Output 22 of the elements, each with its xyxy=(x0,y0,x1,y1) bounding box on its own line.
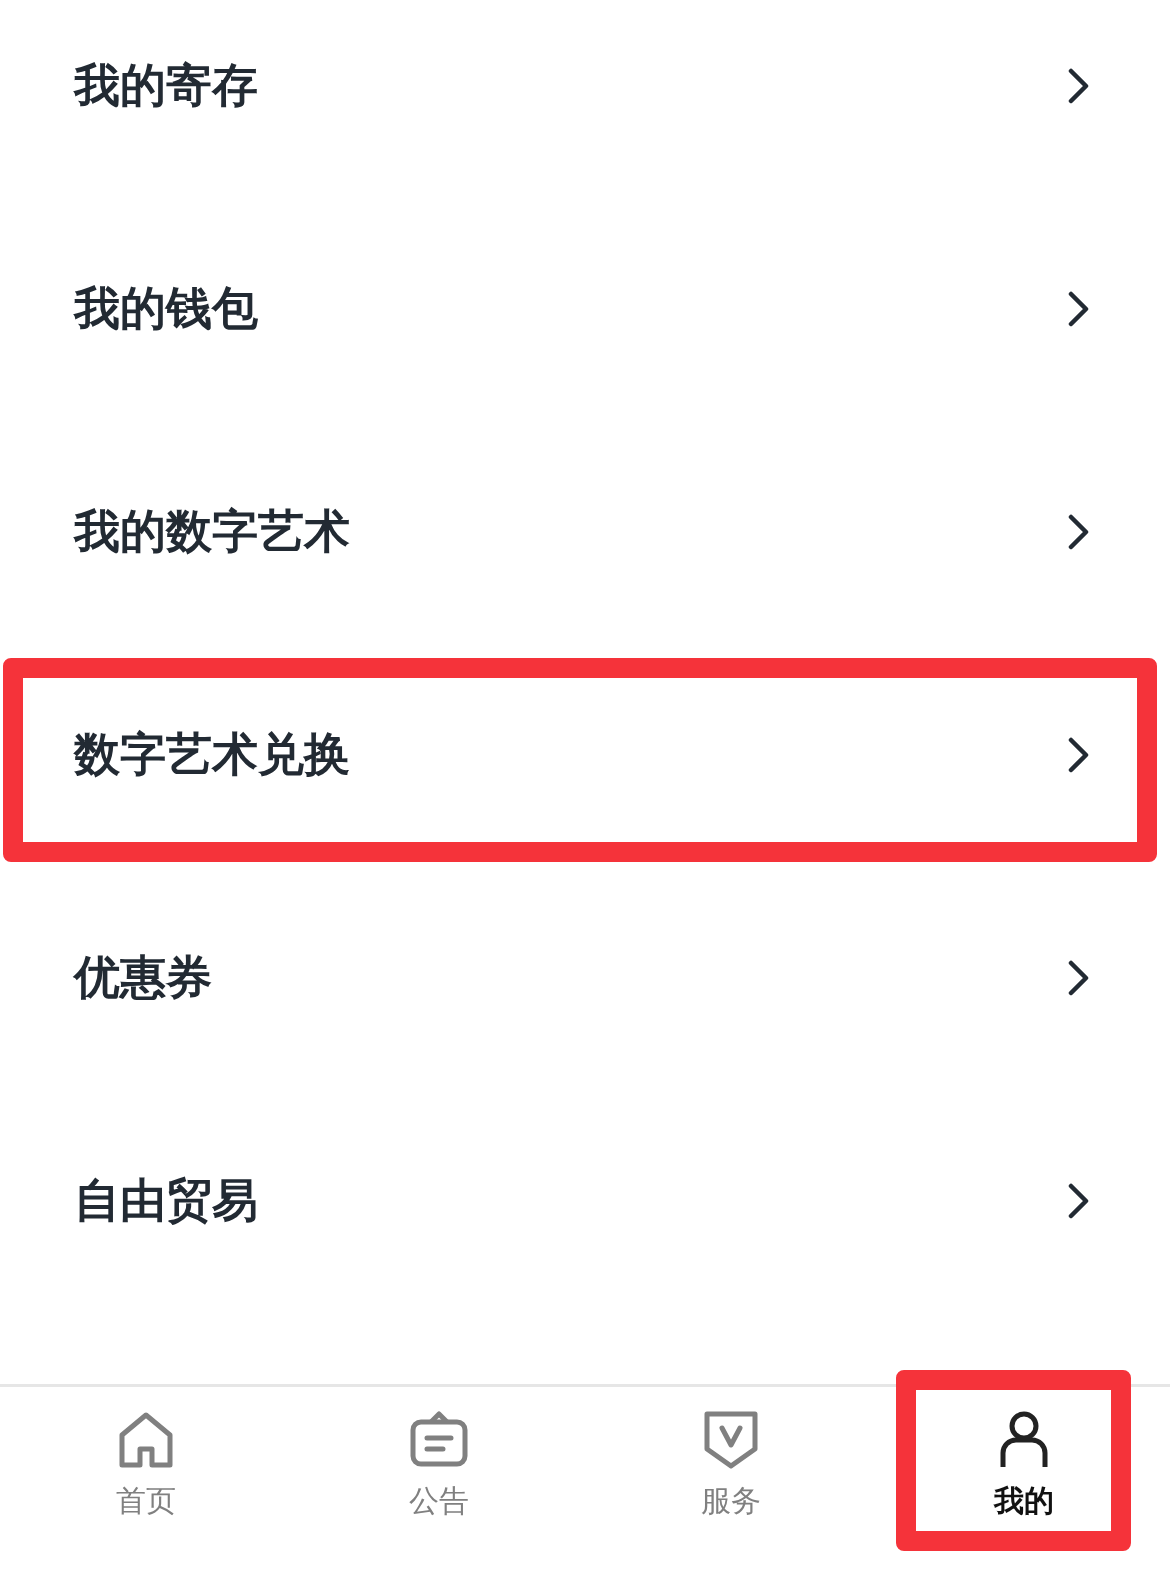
tab[interactable]: 服务 xyxy=(585,1387,878,1572)
menu-item[interactable]: 优惠券 xyxy=(0,918,1170,1038)
chevron-right-icon xyxy=(1068,960,1090,996)
menu-item[interactable]: 我的寄存 xyxy=(0,26,1170,146)
tab[interactable]: 公告 xyxy=(292,1387,585,1572)
menu-item[interactable]: 自由贸易 xyxy=(0,1141,1170,1261)
menu-item-label: 优惠券 xyxy=(74,949,212,1006)
menu-item[interactable]: 数字艺术兑换 xyxy=(0,695,1170,815)
menu-item[interactable]: 我的数字艺术 xyxy=(0,472,1170,592)
menu-item-label: 我的数字艺术 xyxy=(74,503,350,560)
chevron-right-icon xyxy=(1068,514,1090,550)
tab[interactable]: 我的 xyxy=(877,1387,1170,1572)
menu-item-label: 自由贸易 xyxy=(74,1172,258,1229)
menu-item-label: 我的寄存 xyxy=(74,57,258,114)
chevron-right-icon xyxy=(1068,1183,1090,1219)
menu-item-label: 我的钱包 xyxy=(74,280,258,337)
menu-item[interactable]: 我的钱包 xyxy=(0,249,1170,369)
chevron-right-icon xyxy=(1068,737,1090,773)
chevron-right-icon xyxy=(1068,68,1090,104)
chevron-right-icon xyxy=(1068,291,1090,327)
menu-item-label: 数字艺术兑换 xyxy=(74,726,350,783)
tab[interactable]: 首页 xyxy=(0,1387,293,1572)
